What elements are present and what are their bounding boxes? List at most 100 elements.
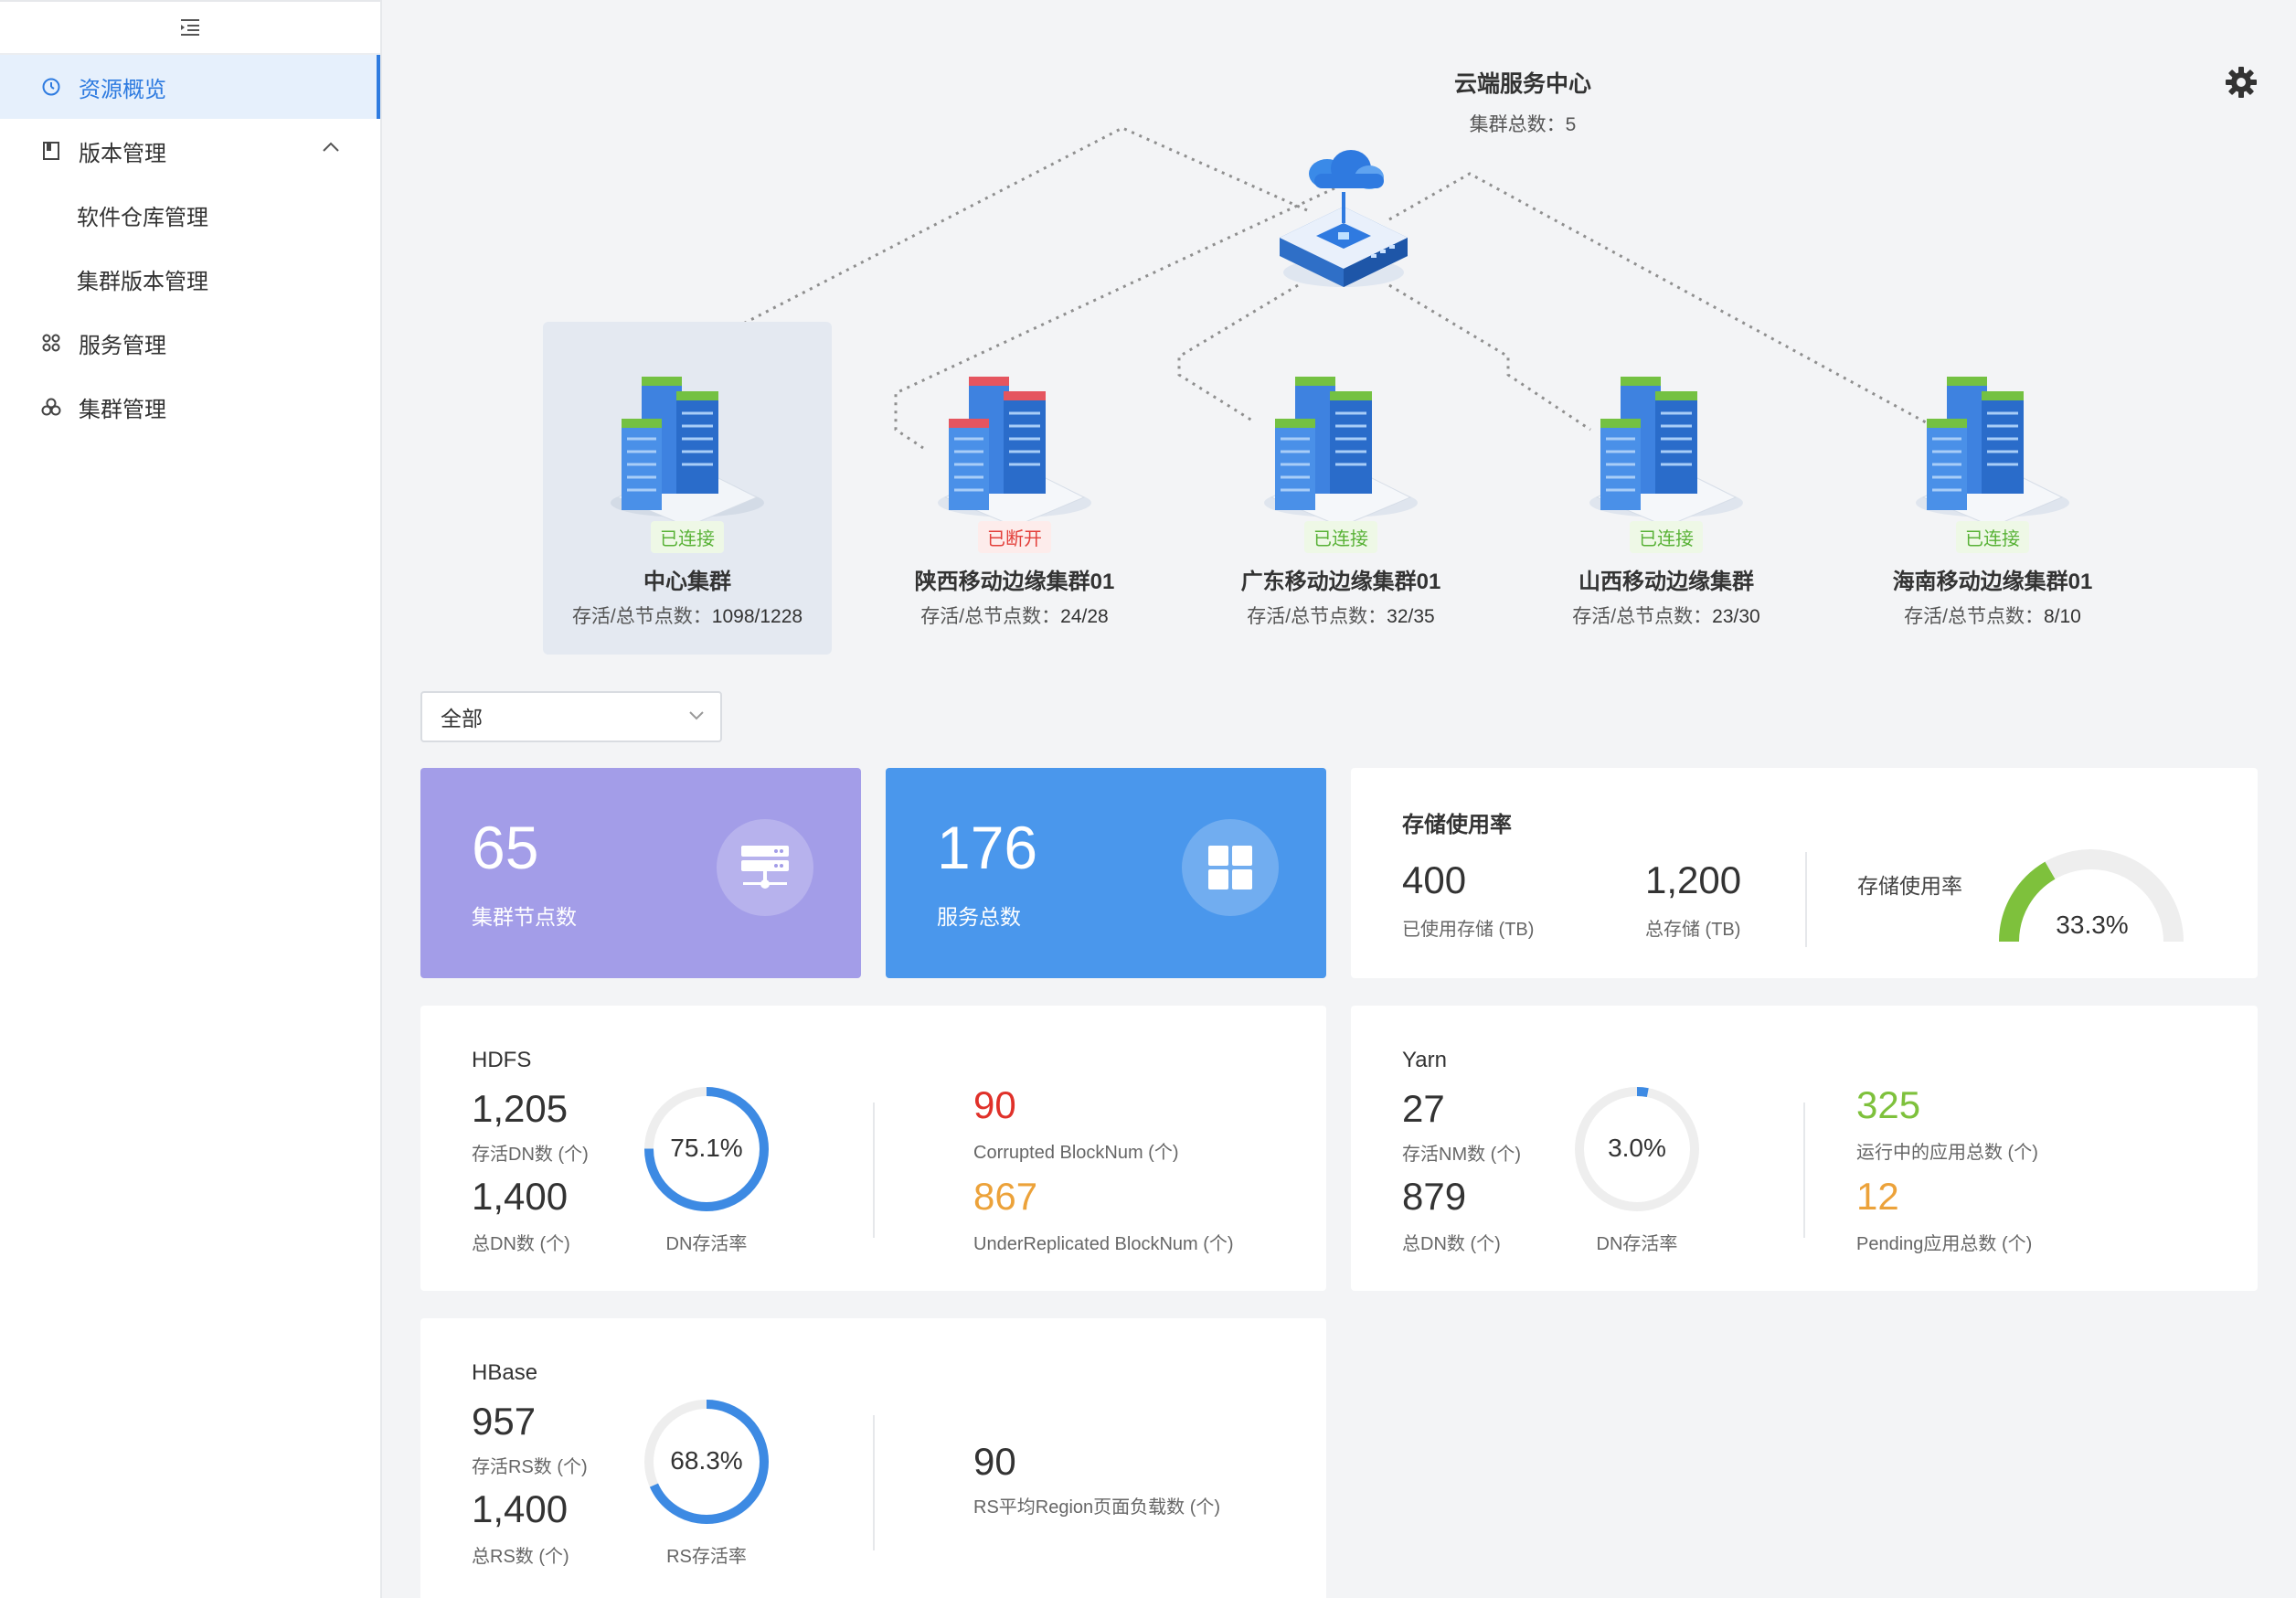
storage-total-value: 1,200: [1645, 858, 1742, 901]
yarn-total: 879: [1402, 1175, 1467, 1218]
cluster-node-count-card: 65 集群节点数: [420, 768, 861, 978]
services-icon: [40, 332, 62, 354]
server-cluster-icon: [1264, 377, 1418, 527]
sidebar: 资源概览 版本管理 软件仓库管理 集群版本管理 服务管理 集群管理: [0, 0, 382, 1598]
menu-collapse-button[interactable]: [0, 0, 380, 55]
yarn-rate: 3.0%: [1608, 1134, 1666, 1162]
cluster-name: 海南移动边缘集群01: [1892, 570, 2093, 594]
cluster-card-hainan[interactable]: 已连接 海南移动边缘集群01 存活/总节点数：8/10: [1848, 322, 2137, 655]
cluster-filter-select[interactable]: 全部: [420, 691, 722, 742]
divider: [873, 1415, 875, 1550]
cluster-node-count-label: 集群节点数: [472, 905, 577, 929]
divider: [1805, 852, 1807, 947]
hdfs-title: HDFS: [472, 1048, 532, 1072]
cluster-icon: [40, 396, 62, 418]
yarn-alive-nm: 27: [1402, 1087, 1445, 1130]
sidebar-item-label: 服务管理: [79, 333, 166, 358]
hbase-region-load-label: RS平均Region页面负载数 (个): [973, 1497, 1221, 1518]
service-count-card: 176 服务总数: [886, 768, 1326, 978]
hdfs-alive-dn: 1,205: [472, 1087, 569, 1130]
hdfs-corrupted-blocks-label: Corrupted BlockNum (个): [973, 1143, 1179, 1163]
sidebar-item-software-repo[interactable]: 软件仓库管理: [0, 183, 380, 247]
cluster-status-badge: 已断开: [978, 521, 1051, 553]
hbase-rs-rate-label: RS存活率: [666, 1547, 747, 1567]
server-cluster-icon: [1916, 377, 2069, 527]
cloud-center: 云端服务中心 集群总数：5: [1454, 66, 1591, 137]
cluster-status-badge: 已连接: [1630, 521, 1703, 553]
cluster-nodes-label: 存活/总节点数：: [1247, 606, 1387, 627]
cluster-name: 中心集群: [643, 570, 731, 594]
cluster-nodes-label: 存活/总节点数：: [1904, 606, 2044, 627]
cluster-nodes: 存活/总节点数：1098/1228: [543, 602, 832, 629]
hbase-region-load: 90: [973, 1440, 1016, 1483]
yarn-title: Yarn: [1402, 1048, 1447, 1072]
apps-grid-icon: [1208, 846, 1252, 890]
chevron-up-icon: [323, 142, 339, 152]
hdfs-total-dn: 1,400: [472, 1175, 569, 1218]
hbase-alive-rs: 957: [472, 1400, 537, 1443]
main-content: 云端服务中心 集群总数：5 已连接 中心集群 存活/总节点数：1098/1228…: [384, 0, 2296, 1598]
cluster-filter-value: 全部: [441, 707, 483, 730]
sidebar-item-version-management[interactable]: 版本管理: [0, 119, 380, 183]
storage-used-value: 400: [1402, 858, 1467, 901]
sidebar-item-label: 集群版本管理: [77, 269, 208, 294]
hdfs-dn-rate: 75.1%: [670, 1134, 743, 1162]
storage-total-label: 总存储 (TB): [1645, 920, 1741, 940]
hdfs-dn-rate-label: DN存活率: [665, 1234, 748, 1254]
cluster-status-badge: 已连接: [651, 521, 724, 553]
cluster-node-count: 65: [472, 814, 539, 881]
server-cluster-icon: [938, 377, 1091, 527]
cluster-name: 广东移动边缘集群01: [1240, 570, 1441, 594]
hdfs-underreplicated-blocks-label: UnderReplicated BlockNum (个): [973, 1234, 1234, 1254]
cloud-server-icon[interactable]: [1261, 135, 1426, 300]
sidebar-item-label: 版本管理: [79, 141, 166, 166]
cluster-card-shanxi[interactable]: 已连接 山西移动边缘集群 存活/总节点数：23/30: [1522, 322, 1811, 655]
sidebar-item-cluster-management[interactable]: 集群管理: [0, 375, 380, 439]
cloud-center-name: 云端服务中心: [1453, 71, 1592, 97]
cluster-card-shaanxi[interactable]: 已断开 陕西移动边缘集群01 存活/总节点数：24/28: [870, 322, 1159, 655]
hbase-total-rs-label: 总RS数 (个): [472, 1547, 569, 1567]
storage-usage-card: 存储使用率 400 已使用存储 (TB) 1,200 总存储 (TB) 存储使用…: [1351, 768, 2258, 978]
sidebar-item-label: 集群管理: [79, 397, 166, 422]
cluster-nodes-value: 32/35: [1387, 606, 1435, 627]
cluster-nodes: 存活/总节点数：24/28: [870, 602, 1159, 629]
server-icon: [741, 846, 789, 889]
server-cluster-icon: [1589, 377, 1743, 527]
service-count: 176: [937, 814, 1038, 881]
yarn-rate-label: DN存活率: [1596, 1234, 1678, 1254]
hbase-alive-rs-label: 存活RS数 (个): [472, 1457, 588, 1477]
sidebar-item-cluster-version[interactable]: 集群版本管理: [0, 247, 380, 311]
yarn-card: Yarn 27 存活NM数 (个) 879 总DN数 (个) 3.0% DN存活…: [1351, 1006, 2258, 1291]
hdfs-corrupted-blocks: 90: [973, 1083, 1016, 1126]
cluster-status-badge: 已连接: [1956, 521, 2029, 553]
cluster-nodes: 存活/总节点数：32/35: [1196, 602, 1485, 629]
server-cluster-icon: [611, 377, 764, 527]
cluster-topology: 云端服务中心 集群总数：5 已连接 中心集群 存活/总节点数：1098/1228…: [384, 0, 2296, 667]
hdfs-card: HDFS 1,205 存活DN数 (个) 1,400 总DN数 (个) 75.1…: [420, 1006, 1326, 1291]
cluster-status-badge: 已连接: [1304, 521, 1377, 553]
cluster-nodes: 存活/总节点数：8/10: [1848, 602, 2137, 629]
cluster-nodes-value: 23/30: [1712, 606, 1760, 627]
divider: [1803, 1103, 1805, 1238]
chevron-down-icon: [689, 711, 704, 720]
cluster-name: 山西移动边缘集群: [1578, 570, 1754, 594]
cloud-center-count: 集群总数：5: [1469, 114, 1577, 135]
cluster-card-guangdong[interactable]: 已连接 广东移动边缘集群01 存活/总节点数：32/35: [1196, 322, 1485, 655]
cluster-nodes-label: 存活/总节点数：: [920, 606, 1061, 627]
sidebar-item-resource-overview[interactable]: 资源概览: [0, 55, 380, 119]
menu-fold-icon: [181, 19, 199, 36]
sidebar-menu: 资源概览 版本管理 软件仓库管理 集群版本管理 服务管理 集群管理: [0, 55, 380, 439]
cluster-nodes-value: 1098/1228: [711, 606, 803, 627]
sidebar-item-service-management[interactable]: 服务管理: [0, 311, 380, 375]
hdfs-total-dn-label: 总DN数 (个): [472, 1234, 570, 1254]
hdfs-alive-dn-label: 存活DN数 (个): [472, 1145, 589, 1165]
cluster-nodes-label: 存活/总节点数：: [571, 606, 712, 627]
book-icon: [40, 140, 62, 162]
hbase-title: HBase: [472, 1360, 538, 1385]
service-count-label: 服务总数: [937, 905, 1021, 929]
divider: [873, 1103, 875, 1238]
cluster-card-center[interactable]: 已连接 中心集群 存活/总节点数：1098/1228: [543, 322, 832, 655]
storage-gauge-label: 存储使用率: [1857, 874, 1962, 898]
storage-usage-rate: 33.3%: [2056, 911, 2129, 939]
cluster-nodes-label: 存活/总节点数：: [1572, 606, 1713, 627]
